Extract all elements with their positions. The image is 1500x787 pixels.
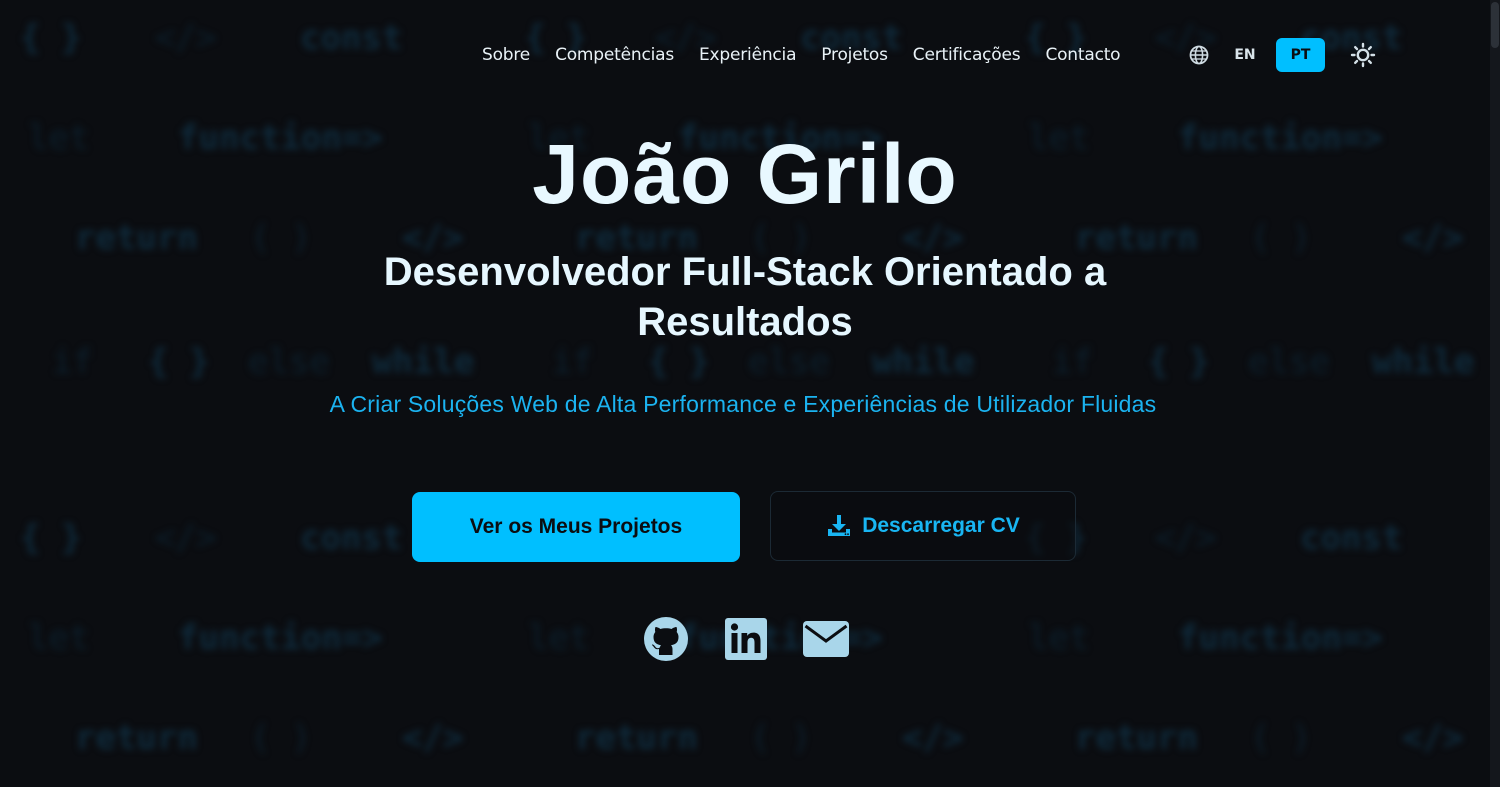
language-switcher: EN PT: [1188, 38, 1376, 72]
nav-item-projetos[interactable]: Projetos: [821, 45, 888, 65]
language-en-button[interactable]: EN: [1233, 47, 1257, 63]
linkedin-icon: [725, 617, 767, 665]
view-projects-button[interactable]: Ver os Meus Projetos: [412, 492, 740, 562]
sun-icon[interactable]: [1350, 42, 1376, 68]
download-cv-label: Descarregar CV: [862, 514, 1020, 537]
view-projects-label: Ver os Meus Projetos: [469, 515, 683, 538]
nav-item-certificacoes[interactable]: Certificações: [913, 45, 1021, 65]
language-pt-button[interactable]: PT: [1276, 38, 1325, 72]
nav-item-experiencia[interactable]: Experiência: [699, 45, 796, 65]
nav-item-contacto[interactable]: Contacto: [1045, 45, 1120, 65]
download-cv-button[interactable]: Descarregar CV: [770, 491, 1076, 561]
main-nav: Sobre Competências Experiência Projetos …: [482, 38, 1145, 72]
social-links: [642, 616, 882, 667]
globe-icon: [1188, 44, 1210, 66]
nav-item-competencias[interactable]: Competências: [555, 45, 674, 65]
github-link[interactable]: [642, 616, 690, 667]
github-icon: [643, 616, 689, 667]
mail-icon: [803, 620, 849, 662]
hero-title: Desenvolvedor Full-Stack Orientado a Res…: [383, 250, 1107, 344]
page: { } </> const { } </> const { } </> cons…: [0, 0, 1500, 787]
scrollbar-thumb[interactable]: [1491, 2, 1499, 48]
nav-item-sobre[interactable]: Sobre: [482, 45, 530, 65]
download-icon: [826, 513, 852, 539]
hero-name: João Grilo: [532, 127, 958, 221]
email-link[interactable]: [802, 617, 850, 665]
scrollbar[interactable]: [1490, 0, 1500, 787]
hero-subtitle: A Criar Soluções Web de Alta Performance…: [329, 391, 1157, 417]
linkedin-link[interactable]: [722, 617, 770, 665]
